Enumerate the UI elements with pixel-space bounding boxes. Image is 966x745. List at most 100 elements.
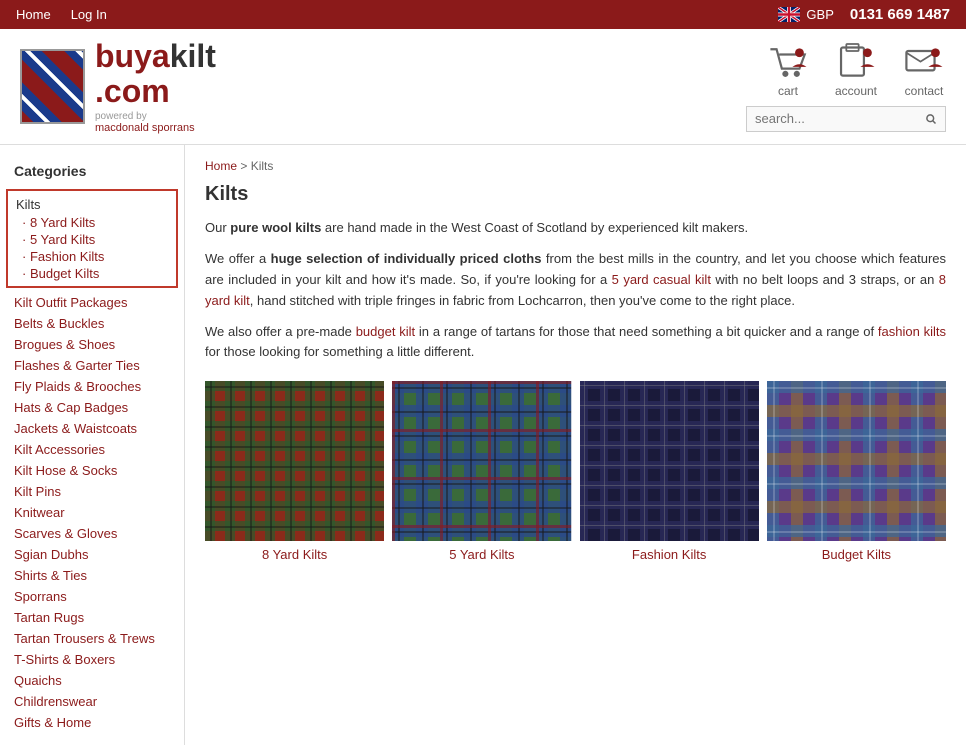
- fashion-link[interactable]: · Fashion Kilts: [22, 249, 104, 264]
- product-grid: 8 Yard Kilts: [205, 381, 946, 562]
- sidebar-item-fashion[interactable]: · Fashion Kilts: [16, 248, 168, 265]
- product-image-fashion: [580, 381, 759, 541]
- sidebar-item-kilts[interactable]: Kilts: [16, 195, 168, 214]
- contact-icon: [902, 42, 946, 82]
- sidebar-item-flyplaids[interactable]: Fly Plaids & Brooches: [0, 376, 184, 397]
- product-image-budget: [767, 381, 946, 541]
- sidebar-item-trousers[interactable]: Tartan Trousers & Trews: [0, 628, 184, 649]
- currency-selector[interactable]: GBP: [778, 7, 833, 22]
- login-link[interactable]: Log In: [71, 7, 107, 22]
- brand-domain: .com: [95, 73, 170, 109]
- sidebar-item-childrenswear[interactable]: Childrenswear: [0, 691, 184, 712]
- para2-bold: huge selection of individually priced cl…: [271, 251, 542, 266]
- content-para1: Our pure wool kilts are hand made in the…: [205, 218, 946, 239]
- currency-label: GBP: [806, 7, 833, 22]
- kilt-svg-4: [767, 381, 946, 541]
- content-para3: We also offer a pre-made budget kilt in …: [205, 322, 946, 364]
- cart-icon: [766, 42, 810, 82]
- page-title: Kilts: [205, 183, 946, 206]
- sidebar-item-shirts[interactable]: Shirts & Ties: [0, 565, 184, 586]
- product-label-fashion: Fashion Kilts: [632, 547, 706, 562]
- sidebar-kilts-group: Kilts · 8 Yard Kilts · 5 Yard Kilts · Fa…: [6, 189, 178, 288]
- sidebar-item-outfit[interactable]: Kilt Outfit Packages: [0, 292, 184, 313]
- budget-kilt-link[interactable]: budget kilt: [356, 324, 415, 339]
- sidebar-item-brogues[interactable]: Brogues & Shoes: [0, 334, 184, 355]
- sidebar-item-5yard[interactable]: · 5 Yard Kilts: [16, 231, 168, 248]
- product-budget[interactable]: Budget Kilts: [767, 381, 946, 562]
- contact-label: contact: [905, 84, 944, 98]
- sidebar-item-8yard[interactable]: · 8 Yard Kilts: [16, 214, 168, 231]
- main-wrapper: Categories Kilts · 8 Yard Kilts · 5 Yard…: [0, 145, 966, 745]
- sidebar-item-rugs[interactable]: Tartan Rugs: [0, 607, 184, 628]
- contact-button[interactable]: contact: [902, 42, 946, 98]
- top-nav-links: Home Log In: [16, 7, 107, 22]
- logo-image: [20, 49, 85, 124]
- budget-link[interactable]: · Budget Kilts: [22, 266, 99, 281]
- content-para2: We offer a huge selection of individuall…: [205, 249, 946, 311]
- sidebar-item-flashes[interactable]: Flashes & Garter Ties: [0, 355, 184, 376]
- breadcrumb-home[interactable]: Home: [205, 159, 237, 173]
- search-icon: [925, 111, 937, 127]
- product-image-8yard: [205, 381, 384, 541]
- cart-button[interactable]: cart: [766, 42, 810, 98]
- sidebar-item-jackets[interactable]: Jackets & Waistcoats: [0, 418, 184, 439]
- sidebar-item-accessories[interactable]: Kilt Accessories: [0, 439, 184, 460]
- powered-name: macdonald sporrans: [95, 122, 216, 134]
- sidebar-item-belts[interactable]: Belts & Buckles: [0, 313, 184, 334]
- sidebar-item-hats[interactable]: Hats & Cap Badges: [0, 397, 184, 418]
- 8yard-link[interactable]: · 8 Yard Kilts: [22, 215, 95, 230]
- brand-suffix: kilt: [170, 38, 216, 74]
- sidebar-item-sgian[interactable]: Sgian Dubhs: [0, 544, 184, 565]
- para1-bold: pure wool kilts: [230, 220, 321, 235]
- header-icons: cart account: [766, 42, 946, 98]
- main-content: Home > Kilts Kilts Our pure wool kilts a…: [185, 145, 966, 745]
- sidebar-title: Categories: [0, 157, 184, 189]
- sidebar-item-tshirts[interactable]: T-Shirts & Boxers: [0, 649, 184, 670]
- logo-area: buyakilt .com powered by macdonald sporr…: [20, 39, 216, 134]
- sidebar: Categories Kilts · 8 Yard Kilts · 5 Yard…: [0, 145, 185, 745]
- cart-label: cart: [778, 84, 798, 98]
- sidebar-item-hose[interactable]: Kilt Hose & Socks: [0, 460, 184, 481]
- product-image-5yard: [392, 381, 571, 541]
- 5yard-link[interactable]: · 5 Yard Kilts: [22, 232, 95, 247]
- fashion-kilts-link[interactable]: fashion kilts: [878, 324, 946, 339]
- logo-text: buyakilt .com powered by macdonald sporr…: [95, 39, 216, 134]
- search-box[interactable]: [746, 106, 946, 132]
- breadcrumb: Home > Kilts: [205, 159, 946, 173]
- home-link[interactable]: Home: [16, 7, 51, 22]
- flag-icon: [778, 7, 800, 22]
- product-fashion[interactable]: Fashion Kilts: [580, 381, 759, 562]
- top-nav-right: GBP 0131 669 1487: [778, 6, 950, 23]
- breadcrumb-separator: >: [240, 159, 250, 173]
- account-label: account: [835, 84, 877, 98]
- kilt-svg-2: [392, 381, 571, 541]
- product-8yard[interactable]: 8 Yard Kilts: [205, 381, 384, 562]
- sidebar-item-scarves[interactable]: Scarves & Gloves: [0, 523, 184, 544]
- breadcrumb-current: Kilts: [251, 159, 274, 173]
- phone-number: 0131 669 1487: [850, 6, 950, 23]
- product-label-5yard: 5 Yard Kilts: [449, 547, 514, 562]
- 5yard-casual-link[interactable]: 5 yard casual kilt: [612, 272, 711, 287]
- sidebar-item-pins[interactable]: Kilt Pins: [0, 481, 184, 502]
- brand-prefix: buya: [95, 38, 170, 74]
- top-navigation: Home Log In GBP 0131 669 1487: [0, 0, 966, 29]
- kilts-link[interactable]: Kilts: [16, 197, 41, 212]
- product-label-8yard: 8 Yard Kilts: [262, 547, 327, 562]
- site-header: buyakilt .com powered by macdonald sporr…: [0, 29, 966, 145]
- powered-by: powered by: [95, 111, 216, 122]
- kilt-svg-3: [580, 381, 759, 541]
- brand-name[interactable]: buyakilt .com: [95, 39, 216, 109]
- account-button[interactable]: account: [834, 42, 878, 98]
- header-right: cart account: [746, 42, 946, 132]
- 8yard-link-content[interactable]: 8 yard kilt: [205, 272, 946, 308]
- account-icon: [834, 42, 878, 82]
- search-input[interactable]: [755, 111, 925, 126]
- sidebar-item-sporrans[interactable]: Sporrans: [0, 586, 184, 607]
- product-label-budget: Budget Kilts: [822, 547, 891, 562]
- product-5yard[interactable]: 5 Yard Kilts: [392, 381, 571, 562]
- sidebar-item-quaichs[interactable]: Quaichs: [0, 670, 184, 691]
- sidebar-item-budget[interactable]: · Budget Kilts: [16, 265, 168, 282]
- kilt-svg-1: [205, 381, 384, 541]
- sidebar-item-knitwear[interactable]: Knitwear: [0, 502, 184, 523]
- sidebar-item-gifts[interactable]: Gifts & Home: [0, 712, 184, 733]
